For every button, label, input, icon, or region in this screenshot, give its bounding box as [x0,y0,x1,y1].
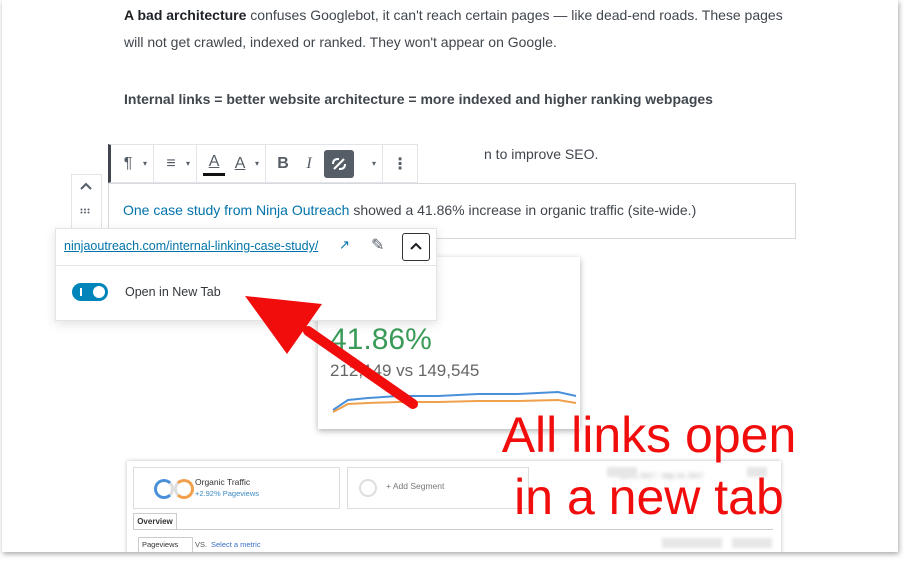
annotation-caption: All links open in a new tab [464,404,834,528]
editor-canvas: A bad architecture confuses Googlebot, i… [2,0,898,552]
annotation-line-1: All links open [501,407,797,463]
annotation-line-2: in a new tab [514,469,784,525]
